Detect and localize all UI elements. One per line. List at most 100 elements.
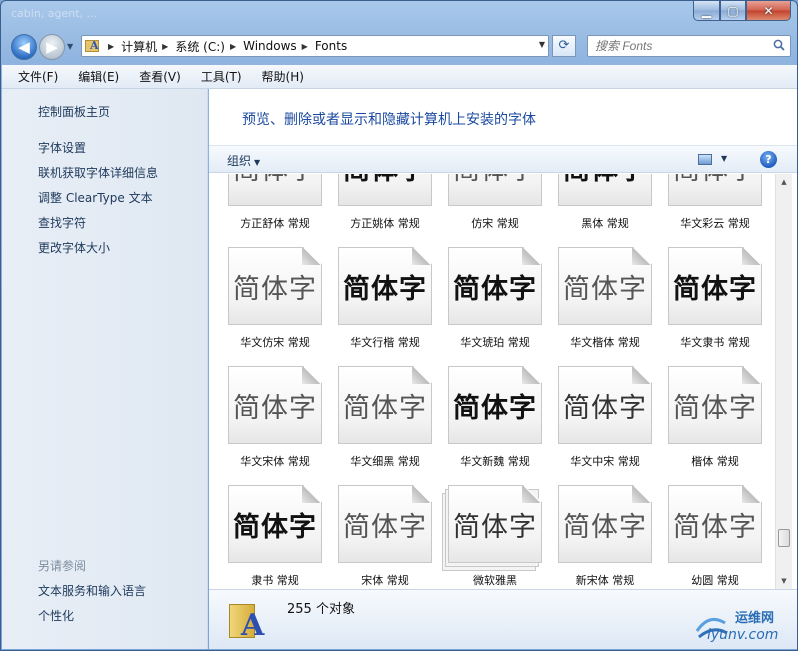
close-button[interactable]: ✕ bbox=[746, 1, 791, 21]
font-preview-icon: 简体字 bbox=[338, 247, 432, 325]
font-sample-text: 简体字 bbox=[669, 174, 761, 205]
font-name-label: 新宋体 常规 bbox=[575, 574, 635, 587]
menu-help[interactable]: 帮助(H) bbox=[252, 68, 314, 85]
font-preview-icon: 简体字 bbox=[338, 174, 432, 206]
breadcrumb-windows[interactable]: Windows bbox=[243, 39, 297, 53]
font-name-label: 华文新魏 常规 bbox=[460, 455, 530, 468]
change-view-icon[interactable] bbox=[698, 154, 712, 165]
font-preview-icon: 简体字 bbox=[668, 485, 762, 563]
task-pane: 控制面板主页 字体设置 联机获取字体详细信息 调整 ClearType 文本 查… bbox=[2, 89, 208, 649]
personalization-link[interactable]: 个性化 bbox=[38, 607, 74, 624]
font-preview-icon: 简体字 bbox=[448, 174, 542, 206]
watermark-url: iyunv.com bbox=[707, 627, 779, 643]
change-font-size-link[interactable]: 更改字体大小 bbox=[38, 239, 110, 256]
window-title: cabin, agent, ... bbox=[11, 7, 98, 20]
font-name-label: 楷体 常规 bbox=[691, 455, 739, 468]
font-name-label: 隶书 常规 bbox=[251, 574, 299, 587]
page-fold bbox=[742, 367, 761, 384]
breadcrumb-system-drive[interactable]: 系统 (C:) bbox=[175, 38, 225, 55]
window-controls: ▁ ▢ ✕ bbox=[693, 1, 791, 21]
explorer-window: cabin, agent, ... ▁ ▢ ✕ ◀ ▶ ▼ A ▶ 计算机 ▶ … bbox=[0, 0, 798, 651]
page-fold bbox=[632, 486, 651, 503]
font-name-label: 宋体 常规 bbox=[361, 574, 409, 587]
watermark-logo: 运维网 iyunv.com bbox=[691, 607, 795, 647]
breadcrumb-separator[interactable]: ▶ bbox=[162, 42, 168, 51]
help-icon[interactable]: ? bbox=[760, 151, 777, 168]
font-preview-icon: 简体字 bbox=[558, 366, 652, 444]
page-fold bbox=[632, 367, 651, 384]
forward-button[interactable]: ▶ bbox=[39, 34, 65, 60]
recent-pages-dropdown[interactable]: ▼ bbox=[67, 42, 73, 51]
adjust-cleartype-link[interactable]: 调整 ClearType 文本 bbox=[38, 189, 153, 206]
fonts-folder-icon: A bbox=[229, 598, 265, 643]
font-name-label: 华文宋体 常规 bbox=[240, 455, 310, 468]
font-name-label: 华文中宋 常规 bbox=[570, 455, 640, 468]
font-preview-icon: 简体字 bbox=[668, 247, 762, 325]
maximize-button[interactable]: ▢ bbox=[720, 1, 746, 21]
page-fold bbox=[412, 486, 431, 503]
search-input[interactable] bbox=[595, 36, 765, 56]
menu-edit[interactable]: 编辑(E) bbox=[68, 68, 129, 85]
see-also-heading: 另请参阅 bbox=[38, 559, 87, 573]
font-name-label: 华文仿宋 常规 bbox=[240, 336, 310, 349]
font-preview-icon: 简体字 bbox=[338, 366, 432, 444]
font-preview-icon: 简体字 bbox=[558, 485, 652, 563]
title-bar: cabin, agent, ... ▁ ▢ ✕ bbox=[1, 1, 797, 31]
breadcrumb-separator[interactable]: ▶ bbox=[230, 42, 236, 51]
menu-file[interactable]: 文件(F) bbox=[8, 68, 68, 85]
refresh-button[interactable]: ⟳ bbox=[552, 35, 576, 57]
menu-tools[interactable]: 工具(T) bbox=[191, 68, 252, 85]
page-fold bbox=[742, 486, 761, 503]
content-pane: 预览、删除或者显示和隐藏计算机上安装的字体 组织▼ ▼ ? 简体字方正舒体 常规… bbox=[209, 89, 797, 589]
font-preview-icon: 简体字 bbox=[668, 174, 762, 206]
font-preview-icon: 简体字 bbox=[228, 247, 322, 325]
get-font-info-online-link[interactable]: 联机获取字体详细信息 bbox=[38, 164, 158, 181]
minimize-button[interactable]: ▁ bbox=[693, 1, 720, 21]
font-settings-link[interactable]: 字体设置 bbox=[38, 139, 86, 156]
address-bar[interactable]: A ▶ 计算机 ▶ 系统 (C:) ▶ Windows ▶ Fonts ▼ bbox=[81, 35, 549, 57]
font-name-label: 仿宋 常规 bbox=[471, 217, 519, 230]
font-sample-text: 简体字 bbox=[229, 174, 321, 205]
back-button[interactable]: ◀ bbox=[11, 34, 37, 60]
font-preview-icon: 简体字 bbox=[558, 247, 652, 325]
page-fold bbox=[522, 367, 541, 384]
item-count: 255 个对象 bbox=[287, 602, 355, 617]
fonts-folder-icon: A bbox=[85, 38, 103, 54]
font-name-label: 华文彩云 常规 bbox=[680, 217, 750, 230]
font-sample-text: 简体字 bbox=[339, 174, 431, 205]
search-box[interactable] bbox=[587, 35, 791, 57]
control-panel-home-link[interactable]: 控制面板主页 bbox=[38, 103, 110, 120]
view-options-dropdown[interactable]: ▼ bbox=[721, 154, 727, 163]
scroll-up-button[interactable]: ▲ bbox=[776, 174, 792, 190]
text-services-link[interactable]: 文本服务和输入语言 bbox=[38, 582, 146, 599]
organize-label: 组织 bbox=[227, 154, 252, 168]
breadcrumb-fonts[interactable]: Fonts bbox=[315, 39, 347, 53]
chevron-down-icon: ▼ bbox=[254, 158, 261, 167]
font-preview-icon: 简体字 bbox=[228, 174, 322, 206]
font-name-label: 幼圆 常规 bbox=[691, 574, 739, 587]
address-history-dropdown[interactable]: ▼ bbox=[539, 40, 545, 49]
font-preview-icon: 简体字 bbox=[558, 174, 652, 206]
font-name-label: 华文细黑 常规 bbox=[350, 455, 420, 468]
breadcrumb-computer[interactable]: 计算机 bbox=[121, 38, 157, 55]
page-fold bbox=[302, 486, 321, 503]
search-icon[interactable] bbox=[773, 39, 785, 51]
font-name-label: 黑体 常规 bbox=[581, 217, 629, 230]
font-grid: 简体字方正舒体 常规简体字方正姚体 常规简体字仿宋 常规简体字黑体 常规简体字华… bbox=[209, 174, 775, 589]
breadcrumb-separator[interactable]: ▶ bbox=[302, 42, 308, 51]
font-name-label: 方正舒体 常规 bbox=[240, 217, 310, 230]
scroll-thumb[interactable] bbox=[778, 529, 790, 547]
vertical-scrollbar[interactable]: ▲ ▼ bbox=[775, 174, 792, 589]
scroll-down-button[interactable]: ▼ bbox=[776, 573, 792, 589]
font-preview-icon: 简体字 bbox=[448, 247, 542, 325]
font-name-label: 华文琥珀 常规 bbox=[460, 336, 530, 349]
page-fold bbox=[412, 367, 431, 384]
organize-button[interactable]: 组织 ▼ bbox=[227, 152, 260, 169]
navigation-bar: ◀ ▶ ▼ A ▶ 计算机 ▶ 系统 (C:) ▶ Windows ▶ Font… bbox=[9, 33, 791, 61]
find-character-link[interactable]: 查找字符 bbox=[38, 214, 86, 231]
menu-view[interactable]: 查看(V) bbox=[129, 68, 191, 85]
font-name-label: 华文隶书 常规 bbox=[680, 336, 750, 349]
menu-bar: 文件(F) 编辑(E) 查看(V) 工具(T) 帮助(H) bbox=[2, 65, 797, 89]
font-name-label: 华文行楷 常规 bbox=[350, 336, 420, 349]
breadcrumb-separator[interactable]: ▶ bbox=[108, 42, 114, 51]
